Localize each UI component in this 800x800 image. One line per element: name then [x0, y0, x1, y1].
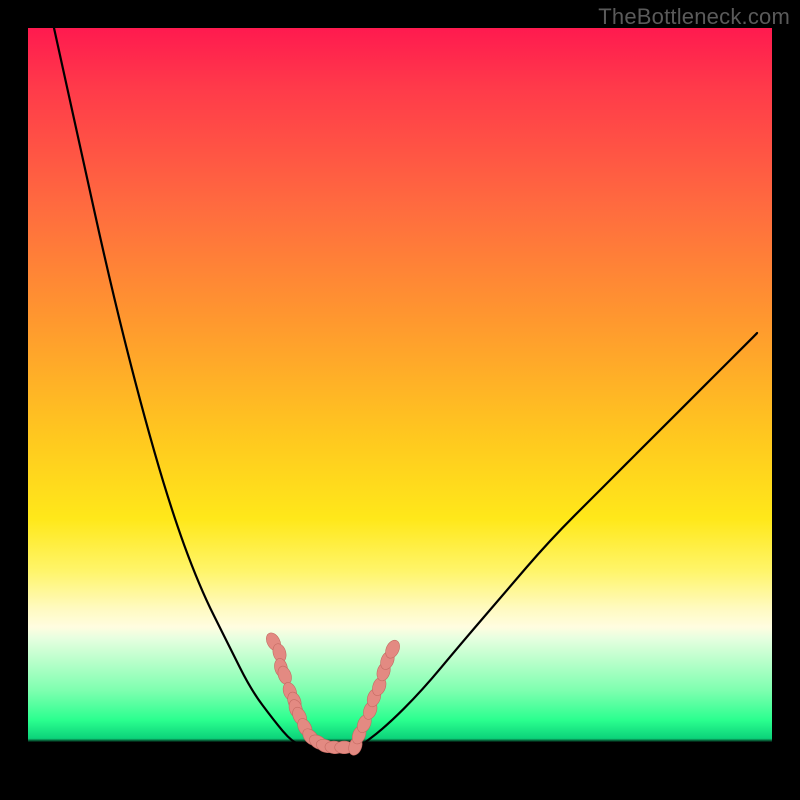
chart-svg	[28, 28, 772, 772]
bottleneck-curve	[54, 28, 757, 750]
watermark-text: TheBottleneck.com	[598, 4, 790, 30]
marker-layer	[263, 630, 402, 757]
chart-frame: TheBottleneck.com	[0, 0, 800, 800]
plot-area	[28, 28, 772, 772]
curve-layer	[54, 28, 757, 750]
